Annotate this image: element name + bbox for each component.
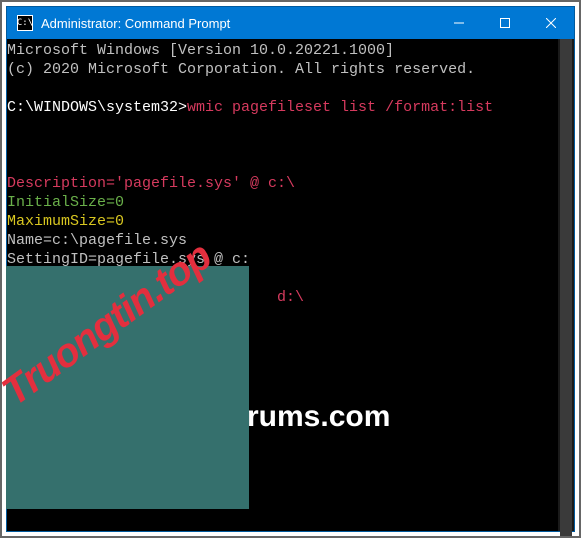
close-button[interactable] xyxy=(528,7,574,39)
header-line-1: Microsoft Windows [Version 10.0.20221.10… xyxy=(7,42,394,59)
vertical-scrollbar[interactable] xyxy=(558,39,574,531)
maximize-button[interactable] xyxy=(482,7,528,39)
header-line-2: (c) 2020 Microsoft Corporation. All righ… xyxy=(7,61,475,78)
prompt-prefix: C:\WINDOWS\system32> xyxy=(7,99,187,116)
output-maximumsize: MaximumSize=0 xyxy=(7,213,124,230)
output-initialsize: InitialSize=0 xyxy=(7,194,124,211)
cmd-icon: C:\ xyxy=(17,15,33,31)
output-partial-d: d:\ xyxy=(268,289,304,306)
scrollbar-thumb[interactable] xyxy=(560,39,572,538)
watermark-overlay-box xyxy=(6,266,249,509)
window-controls xyxy=(436,7,574,39)
output-name: Name=c:\pagefile.sys xyxy=(7,232,187,249)
command-text: wmic pagefileset list /format:list xyxy=(187,99,493,116)
close-icon xyxy=(546,18,556,28)
minimize-icon xyxy=(454,18,464,28)
minimize-button[interactable] xyxy=(436,7,482,39)
screenshot-frame: C:\ Administrator: Command Prompt Micros… xyxy=(0,0,581,538)
window-title: Administrator: Command Prompt xyxy=(41,16,436,31)
output-description: Description='pagefile.sys' @ c:\ xyxy=(7,175,295,192)
window-titlebar[interactable]: C:\ Administrator: Command Prompt xyxy=(7,7,574,39)
maximize-icon xyxy=(500,18,510,28)
